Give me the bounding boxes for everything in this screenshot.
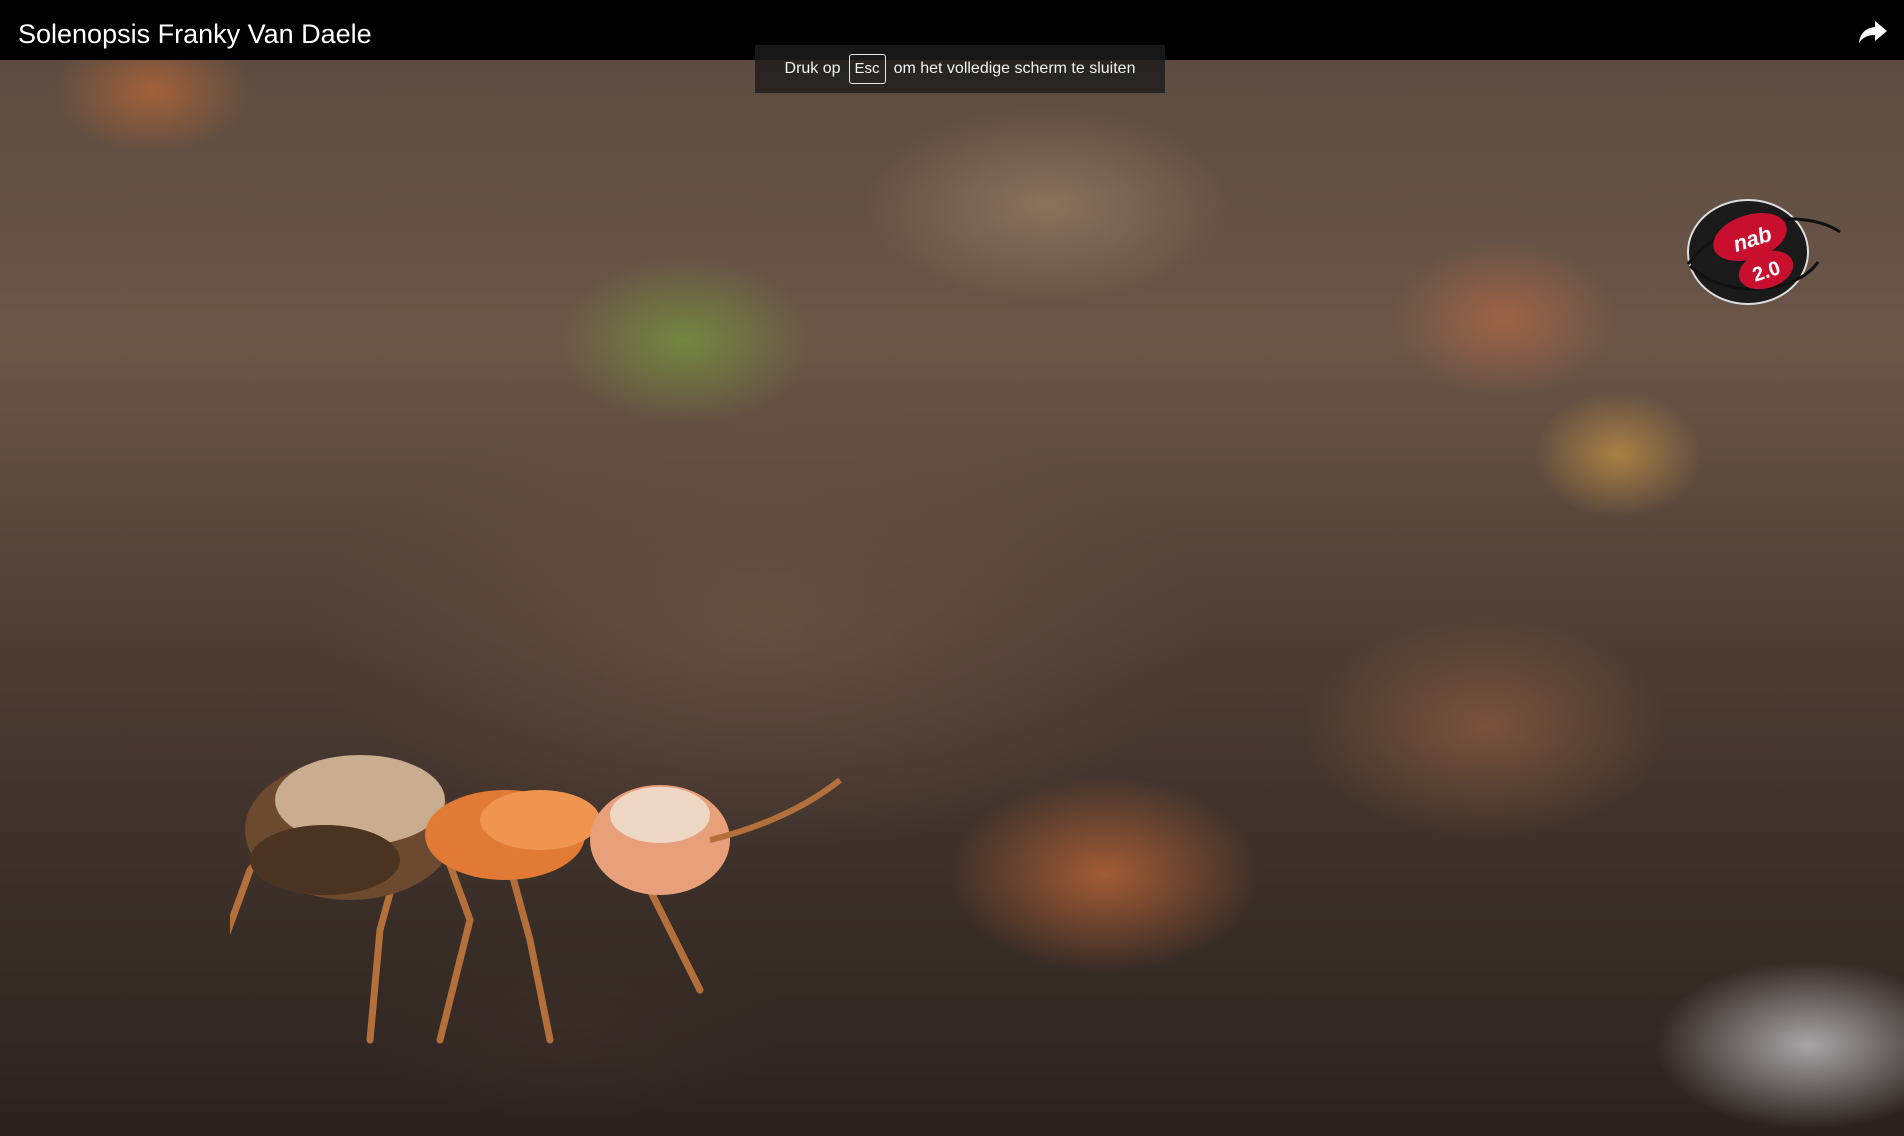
hint-text-after: om het volledige scherm te sluiten [893, 60, 1136, 77]
share-icon [1859, 21, 1887, 43]
share-button[interactable] [1856, 14, 1890, 48]
ant-illustration [230, 755, 842, 1044]
video-player[interactable]: Solenopsis Franky Van Daele Druk op Esc … [0, 0, 1904, 1136]
esc-key-badge: Esc [848, 54, 886, 84]
video-title[interactable]: Solenopsis Franky Van Daele [18, 18, 372, 50]
fullscreen-exit-hint: Druk op Esc om het volledige scherm te s… [755, 45, 1165, 93]
hint-text-before: Druk op [784, 60, 841, 77]
channel-watermark-logo[interactable]: nab 2.0 [1668, 192, 1843, 312]
